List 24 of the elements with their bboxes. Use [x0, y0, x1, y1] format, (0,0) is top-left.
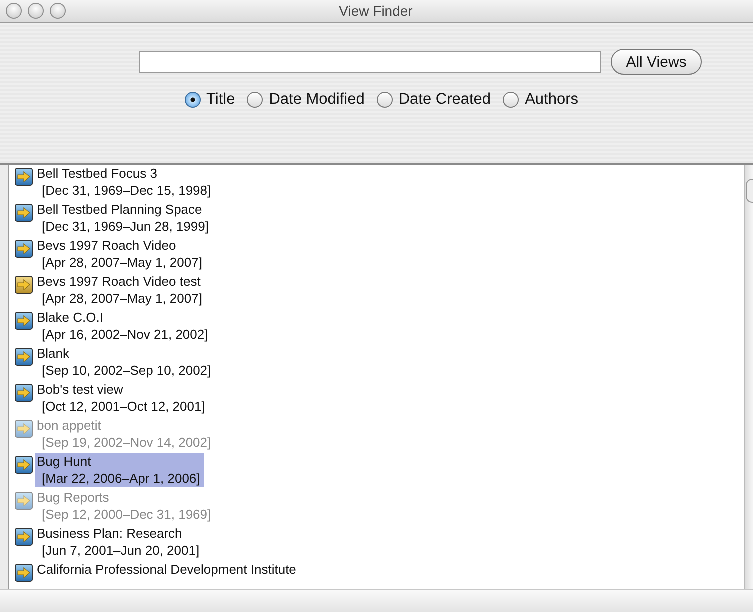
sort-radio[interactable]: Date Created: [376, 91, 492, 109]
sort-radio[interactable]: Date Modified: [247, 91, 365, 109]
window-title: View Finder: [338, 3, 414, 19]
all-views-button[interactable]: All Views: [611, 49, 702, 75]
radio-icon[interactable]: [184, 92, 200, 108]
minimize-button[interactable]: [28, 3, 44, 19]
view-item[interactable]: Bevs 1997 Roach Video test [Apr 28, 2007–May 1, 2007]: [35, 273, 206, 307]
radio-icon[interactable]: [376, 92, 393, 108]
search-field[interactable]: [139, 51, 602, 73]
view-item[interactable]: Bell Testbed Planning Space [Dec 31, 1969–Jun 28, 1999]: [35, 201, 213, 235]
close-button[interactable]: [6, 3, 22, 19]
view-item[interactable]: Bug Hunt [Mar 22, 2006–Apr 1, 2006]: [35, 453, 204, 487]
view-item[interactable]: Bevs 1997 Roach Video [Apr 28, 2007–May 1, 2007]: [35, 237, 206, 271]
view-item[interactable]: California Professional Development Institute: [35, 561, 300, 578]
radio-icon[interactable]: [247, 92, 264, 108]
zoom-button[interactable]: [50, 3, 66, 19]
view-item[interactable]: Bob's test view [Oct 12, 2001–Oct 12, 2001]: [35, 381, 210, 415]
radio-icon[interactable]: [503, 92, 520, 108]
view-item[interactable]: Blank [Sep 10, 2002–Sep 10, 2002]: [35, 345, 216, 379]
sort-radio[interactable]: Title: [184, 91, 236, 109]
view-item[interactable]: Bell Testbed Focus 3 [Dec 31, 1969–Dec 15, 1998]: [35, 165, 216, 199]
sort-radio[interactable]: Authors: [503, 91, 578, 109]
view-item[interactable]: Blake C.O.I [Apr 16, 2002–Nov 21, 2002]: [35, 309, 212, 343]
view-item[interactable]: Business Plan: Research [Jun 7, 2001–Jun 20, 2001]: [35, 525, 204, 559]
